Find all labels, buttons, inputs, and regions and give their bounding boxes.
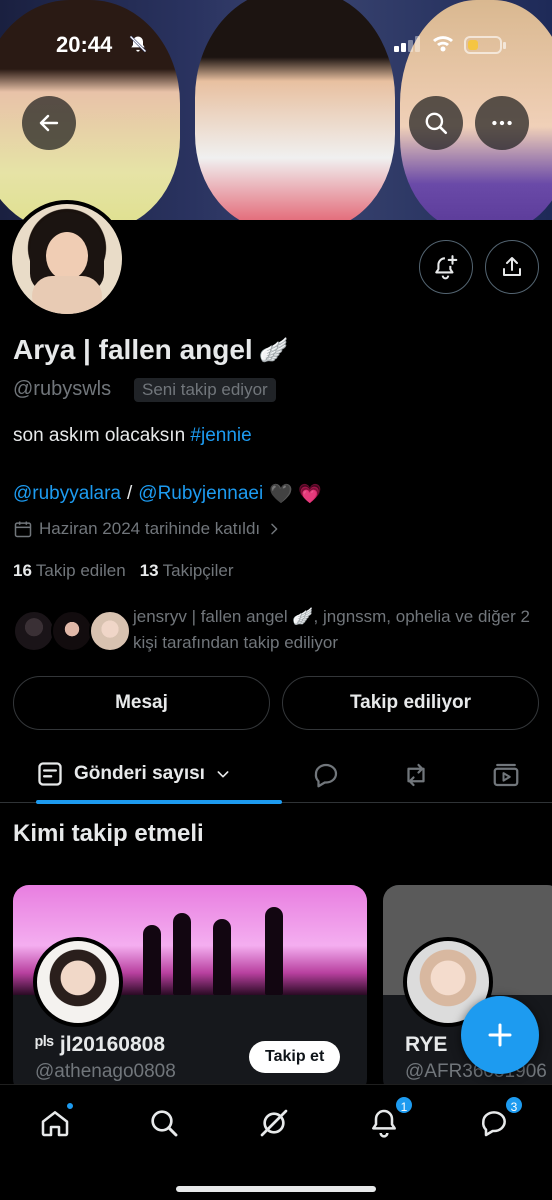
suggestion-avatar-1[interactable] — [33, 937, 123, 1027]
following-label: Takip edilen — [35, 561, 126, 580]
follow-button-1[interactable]: Takip et — [249, 1041, 341, 1073]
bio-mention-link-1[interactable]: @rubyyalara — [13, 483, 121, 505]
notifications-toggle-button[interactable] — [419, 240, 473, 294]
home-unread-dot — [65, 1101, 75, 1111]
mutual-followers-text: jensryv | fallen angel 🪽, jngnssm, ophel… — [133, 607, 530, 652]
search-button[interactable] — [409, 96, 463, 150]
more-button[interactable] — [475, 96, 529, 150]
bell-plus-icon — [435, 255, 458, 280]
signal-icon — [394, 36, 420, 52]
bell-off-icon — [129, 35, 147, 53]
wing-emoji: 🪽 — [258, 336, 289, 364]
message-bubble-icon — [482, 1111, 506, 1137]
battery-icon — [464, 36, 506, 54]
messages-badge: 3 — [504, 1095, 524, 1115]
bio-text: son askım olacaksın — [13, 425, 191, 446]
mutual-avatar-2 — [51, 610, 93, 652]
profile-tabs: Gönderi sayısı — [0, 745, 552, 804]
tab-reposts[interactable] — [396, 755, 436, 795]
profile-display-name: Arya | fallen angel 🪽 — [13, 334, 289, 366]
compose-button[interactable] — [461, 996, 539, 1074]
mutual-followers[interactable]: jensryv | fallen angel 🪽, jngnssm, ophel… — [13, 604, 543, 660]
posts-list-icon — [38, 762, 62, 786]
arrow-left-icon — [39, 114, 59, 132]
plus-icon — [488, 1023, 512, 1047]
joined-text: Haziran 2024 tarihinde katıldı — [39, 519, 261, 538]
tab-active-indicator — [36, 800, 282, 804]
wifi-icon — [433, 36, 453, 52]
nav-grok[interactable] — [254, 1103, 294, 1143]
suggestion-name-1: ᵖˡˢ jl20160808 — [35, 1033, 165, 1056]
suggestion-handle-1: @athenago0808 — [35, 1061, 176, 1082]
suggestion-card-1[interactable]: ᵖˡˢ jl20160808 @athenago0808 Takip et — [13, 885, 367, 1095]
reply-bubble-icon — [314, 763, 338, 788]
followers-count: 13 — [139, 561, 159, 580]
chevron-right-icon — [271, 523, 278, 535]
status-bar: 20:44 — [0, 30, 552, 60]
suggestion-name-2: RYE — [405, 1033, 448, 1056]
status-time: 20:44 — [56, 32, 113, 57]
suggestion-card-2[interactable]: RYE @AFR36051906 — [383, 885, 552, 1095]
following-count-link[interactable]: 16 Takip edilen — [13, 561, 126, 581]
following-button[interactable]: Takip ediliyor — [282, 676, 539, 730]
profile-avatar[interactable] — [8, 200, 126, 318]
who-to-follow-title: Kimi takip etmeli — [13, 820, 204, 847]
search-icon — [425, 112, 448, 135]
nav-notifications[interactable]: 1 — [364, 1095, 414, 1143]
follows-you-badge: Seni takip ediyor — [134, 378, 276, 402]
bio-hearts-emoji: 🖤 💗 — [269, 484, 322, 505]
back-button[interactable] — [22, 96, 76, 150]
bio-hashtag-link[interactable]: #jennie — [190, 425, 251, 446]
mutual-avatar-1 — [13, 610, 55, 652]
follow-counts: 16 Takip edilen 13 Takipçiler — [13, 561, 233, 581]
grok-icon — [260, 1109, 288, 1137]
profile-handle: @rubyswls — [13, 378, 112, 400]
message-button[interactable]: Mesaj — [13, 676, 270, 730]
tab-replies[interactable] — [306, 755, 346, 795]
more-horizontal-icon — [492, 120, 512, 126]
nav-search[interactable] — [144, 1103, 184, 1143]
followers-label: Takipçiler — [162, 561, 234, 580]
bio-links: @rubyyalara / @Rubyjennaei 🖤 💗 — [13, 482, 322, 506]
followers-count-link[interactable]: 13 Takipçiler — [140, 561, 234, 581]
home-indicator[interactable] — [176, 1186, 376, 1192]
video-icon — [493, 763, 519, 787]
tab-posts-label: Gönderi sayısı — [74, 763, 205, 784]
bio-mention-link-2[interactable]: @Rubyjennaei — [138, 483, 263, 505]
tab-media[interactable] — [486, 755, 526, 795]
bell-icon — [372, 1109, 396, 1138]
share-button[interactable] — [485, 240, 539, 294]
profile-bio: son askım olacaksın #jennie — [13, 425, 252, 447]
notifications-badge: 1 — [394, 1095, 414, 1115]
share-icon — [503, 257, 521, 276]
bottom-navigation: 1 3 — [0, 1084, 552, 1200]
chevron-down-icon — [217, 771, 229, 778]
tab-posts[interactable]: Gönderi sayısı — [18, 745, 282, 804]
nav-messages[interactable]: 3 — [474, 1095, 524, 1143]
mutual-avatar-3 — [89, 610, 131, 652]
search-icon — [151, 1110, 178, 1137]
bio-link-separator: / — [127, 483, 133, 504]
home-icon — [41, 1111, 69, 1137]
joined-date[interactable]: Haziran 2024 tarihinde katıldı — [13, 519, 282, 539]
nav-home[interactable] — [35, 1101, 75, 1143]
display-name-text: Arya | fallen angel — [13, 334, 253, 365]
repost-icon — [407, 763, 425, 787]
calendar-icon — [14, 521, 32, 538]
following-count: 16 — [13, 561, 32, 580]
